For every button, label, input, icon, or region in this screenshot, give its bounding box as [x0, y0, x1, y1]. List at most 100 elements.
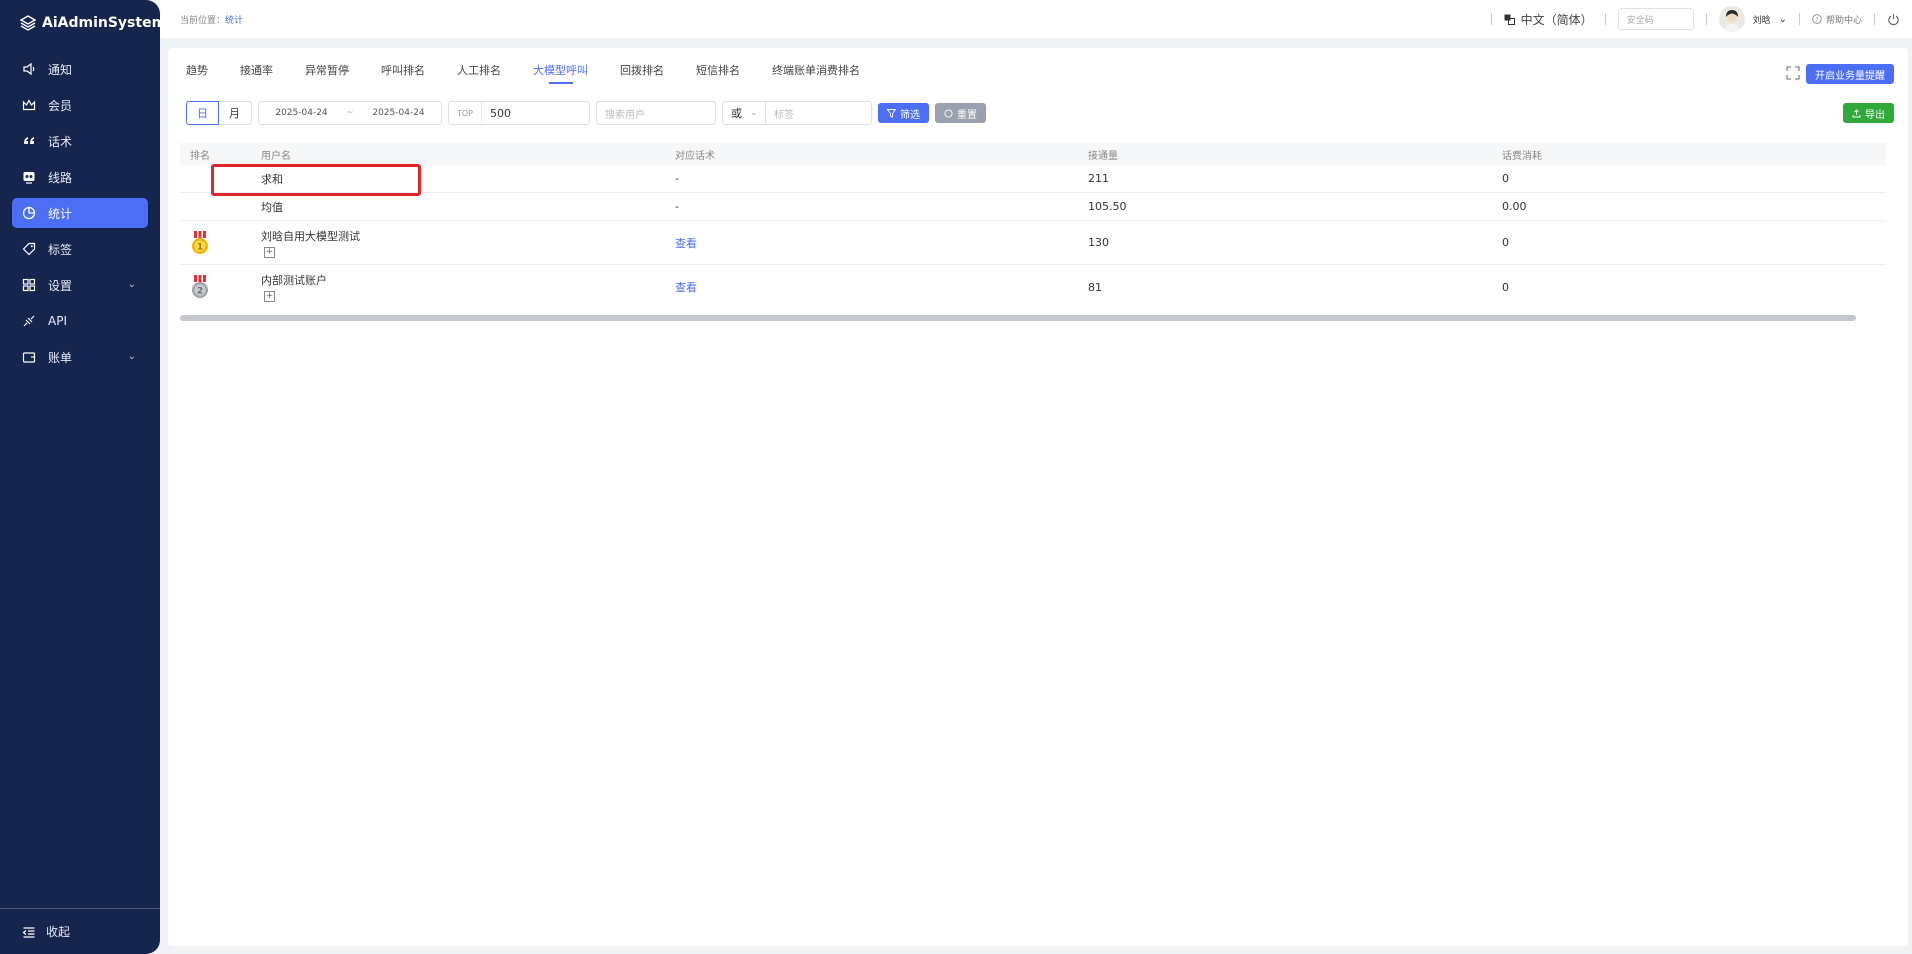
user-menu[interactable]: 刘晗 ⌄: [1718, 6, 1787, 32]
divider: [1874, 13, 1875, 25]
sidebar: AiAdminSystem 通知 会员 话术 线路 统计 标签 设置 ⌄ API…: [0, 0, 166, 954]
username-cell: 刘晗自用大模型测试: [261, 229, 360, 243]
tag-icon: [22, 242, 36, 256]
table-row: 1 刘晗自用大模型测试 + 查看 130 0: [180, 221, 1886, 265]
sidebar-item-tag[interactable]: 标签: [12, 234, 148, 264]
top-n-input[interactable]: TOP 500: [448, 101, 590, 125]
brand[interactable]: AiAdminSystem: [0, 0, 166, 46]
chevron-down-icon: ⌄: [750, 108, 758, 118]
layers-icon: [20, 15, 36, 31]
sidebar-item-label: 设置: [48, 278, 73, 293]
sidebar-item-label: 统计: [48, 206, 73, 221]
svg-text:2: 2: [197, 287, 203, 297]
tab-callback-ranking[interactable]: 回拨排名: [620, 62, 664, 84]
username: 刘晗: [1752, 15, 1771, 26]
power-icon[interactable]: [1887, 13, 1900, 26]
breadcrumb-prefix: 当前位置：: [180, 15, 226, 26]
sidebar-item-label: 话术: [48, 134, 73, 149]
table-header: 排名 用户名 对应话术 接通量 话费消耗: [180, 143, 1886, 165]
sum-script: -: [675, 172, 679, 185]
sidebar-item-label: 标签: [48, 242, 73, 257]
question-circle-icon: ?: [1812, 14, 1822, 24]
start-date[interactable]: 2025-04-24: [259, 108, 344, 118]
horizontal-scrollbar[interactable]: [180, 315, 1856, 321]
api-icon: [22, 314, 36, 328]
end-date[interactable]: 2025-04-24: [356, 108, 441, 118]
column-header-script: 对应话术: [675, 150, 715, 162]
chevron-down-icon: ⌄: [127, 351, 136, 362]
column-header-cost: 话费消耗: [1502, 150, 1542, 162]
pie-chart-icon: [22, 206, 36, 220]
sidebar-item-script[interactable]: 话术: [12, 126, 148, 156]
column-header-username: 用户名: [261, 150, 291, 162]
expand-row-icon[interactable]: +: [264, 246, 275, 258]
date-separator: ~: [346, 108, 354, 118]
summary-row-sum: 求和 - 211 0: [180, 165, 1886, 193]
sidebar-item-route[interactable]: 线路: [12, 162, 148, 192]
top-value: 500: [490, 106, 512, 120]
period-month-button[interactable]: 月: [218, 102, 251, 124]
breadcrumb-current[interactable]: 统计: [225, 16, 243, 26]
route-icon: [22, 170, 36, 184]
date-range-picker[interactable]: 2025-04-24 ~ 2025-04-24: [258, 101, 442, 125]
divider: [1490, 13, 1492, 25]
refresh-icon: [944, 108, 953, 118]
main-card: 趋势 接通率 异常暂停 呼叫排名 人工排名 大模型呼叫 回拨排名 短信排名 终端…: [168, 48, 1908, 946]
average-label: 均值: [261, 200, 283, 214]
sidebar-item-member[interactable]: 会员: [12, 90, 148, 120]
filter-button[interactable]: 筛选: [878, 103, 929, 123]
speaker-icon: [22, 62, 36, 76]
tab-abnormal-pause[interactable]: 异常暂停: [305, 62, 349, 84]
svg-text:?: ?: [1815, 16, 1818, 24]
logic-select[interactable]: 或 ⌄: [722, 101, 766, 125]
filter-bar: 日 月 2025-04-24 ~ 2025-04-24 TOP 500 搜索用户…: [186, 101, 986, 125]
connected-cell: 130: [1088, 236, 1109, 249]
tab-terminal-bill-ranking[interactable]: 终端账单消费排名: [772, 62, 860, 84]
column-header-connected: 接通量: [1088, 150, 1118, 162]
chevron-down-icon: ⌄: [127, 279, 136, 290]
language-switcher[interactable]: 中文（简体）: [1504, 11, 1593, 28]
filter-label: 筛选: [900, 109, 920, 121]
sidebar-item-settings[interactable]: 设置 ⌄: [12, 270, 148, 300]
sidebar-item-notice[interactable]: 通知: [12, 54, 148, 84]
divider: [1798, 13, 1800, 25]
breadcrumb: 当前位置：统计: [180, 13, 243, 26]
business-alert-button[interactable]: 开启业务量提醒: [1806, 64, 1894, 84]
upload-icon: [1852, 108, 1861, 118]
tab-trend[interactable]: 趋势: [186, 62, 208, 84]
collapse-button[interactable]: 收起: [0, 908, 160, 954]
tag-input[interactable]: 标签: [766, 101, 872, 125]
reset-button[interactable]: 重置: [935, 103, 986, 123]
language-label: 中文（简体）: [1520, 12, 1593, 27]
connected-cell: 81: [1088, 280, 1102, 294]
sidebar-item-label: 会员: [48, 98, 73, 113]
fullscreen-icon[interactable]: [1786, 66, 1800, 80]
sidebar-item-statistics[interactable]: 统计: [12, 198, 148, 228]
chevron-down-icon: ⌄: [1778, 13, 1787, 25]
tab-call-ranking[interactable]: 呼叫排名: [381, 62, 425, 84]
table-row: 2 内部测试账户 + 查看 81 0: [180, 265, 1886, 309]
average-script: -: [675, 200, 679, 213]
sidebar-item-api[interactable]: API: [12, 306, 148, 336]
header-actions: 中文（简体） 安全码 刘晗 ⌄ ? 帮助中心: [1479, 0, 1900, 38]
tab-connect-rate[interactable]: 接通率: [240, 62, 273, 84]
tab-sms-ranking[interactable]: 短信排名: [696, 62, 740, 84]
divider: [1705, 13, 1707, 25]
period-day-button[interactable]: 日: [186, 101, 219, 125]
help-center-link[interactable]: ? 帮助中心: [1812, 13, 1862, 26]
view-script-link[interactable]: 查看: [675, 279, 1088, 295]
sidebar-item-bill[interactable]: 账单 ⌄: [12, 342, 148, 372]
sidebar-item-label: 通知: [48, 62, 73, 77]
view-script-link[interactable]: 查看: [675, 235, 1088, 251]
expand-row-icon[interactable]: +: [264, 291, 275, 302]
tab-manual-ranking[interactable]: 人工排名: [457, 62, 501, 84]
menu-fold-icon: [22, 925, 36, 939]
sidebar-item-label: 线路: [48, 170, 73, 185]
search-user-input[interactable]: 搜索用户: [596, 101, 716, 125]
average-cost: 0.00: [1502, 200, 1527, 213]
security-code-input[interactable]: 安全码: [1617, 8, 1694, 30]
tab-llm-call[interactable]: 大模型呼叫: [533, 62, 588, 84]
export-button[interactable]: 导出: [1843, 103, 1894, 123]
logic-select-value: 或: [731, 107, 742, 120]
svg-text:1: 1: [197, 242, 203, 252]
